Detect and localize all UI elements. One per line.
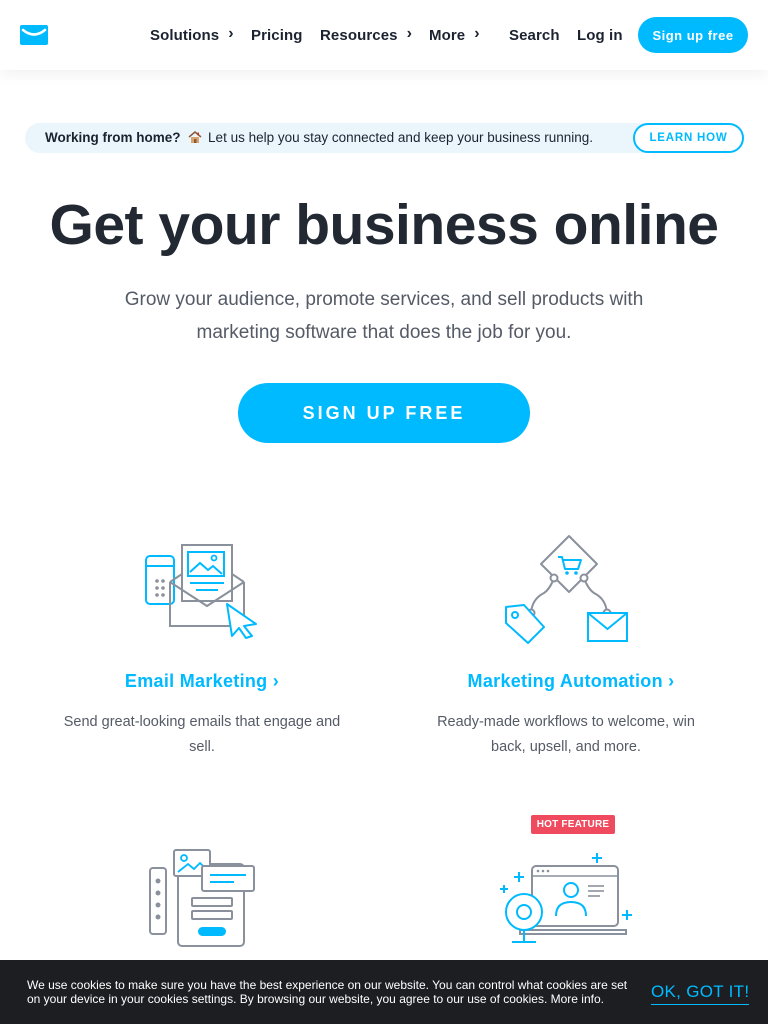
chevron-right-icon: › (228, 25, 234, 42)
feature-desc-marketing-automation: Ready-made workflows to welcome, win bac… (437, 714, 695, 755)
chevron-right-icon: › (474, 25, 480, 42)
nav-search-label: Search (509, 26, 560, 44)
cookie-text: We use cookies to make sure you have the… (27, 978, 628, 1006)
nav-login[interactable]: Log in (577, 25, 623, 45)
nav-more[interactable]: More › (429, 25, 480, 45)
site-header: Solutions › Pricing Resources › More › S… (0, 0, 768, 70)
nav-login-label: Log in (577, 26, 623, 44)
nav-more-label: More (429, 26, 466, 44)
nav-resources-label: Resources (320, 26, 398, 44)
feature-title-email-marketing[interactable]: Email Marketing › (52, 671, 352, 692)
nav-resources[interactable]: Resources › (320, 25, 412, 45)
nav-search[interactable]: Search (509, 25, 560, 45)
learn-how-button[interactable]: LEARN HOW (633, 123, 744, 153)
house-icon (188, 131, 202, 143)
nav-pricing[interactable]: Pricing (251, 25, 303, 45)
chevron-right-icon: › (406, 25, 413, 42)
feature-desc-email-marketing: Send great-looking emails that engage an… (63, 714, 341, 755)
banner-bold-text: Working from home? (45, 130, 181, 145)
nav-pricing-label: Pricing (251, 26, 303, 44)
hero-signup-button[interactable]: SIGN UP FREE (238, 383, 530, 443)
cookie-accept-button[interactable]: OK, GOT IT! (651, 982, 750, 1005)
marketing-automation-icon[interactable] (500, 533, 632, 649)
banner-message: Let us help you stay connected and keep … (208, 130, 594, 145)
envelope-logo-icon[interactable] (20, 25, 48, 45)
header-signup-button[interactable]: Sign up free (638, 17, 748, 53)
banner-text: Working from home? Let us help you stay … (45, 130, 593, 145)
hot-feature-badge: HOT FEATURE (531, 815, 615, 834)
feature-title-marketing-automation[interactable]: Marketing Automation › (421, 671, 721, 692)
nav-solutions[interactable]: Solutions › (150, 25, 234, 45)
email-marketing-icon[interactable] (140, 540, 264, 640)
webinars-icon[interactable] (496, 850, 636, 946)
hero-title: Get your business online (49, 193, 719, 257)
hero-subtitle: Grow your audience, promote services, an… (124, 289, 644, 343)
landing-pages-icon[interactable] (146, 846, 258, 950)
nav-solutions-label: Solutions (150, 26, 220, 44)
